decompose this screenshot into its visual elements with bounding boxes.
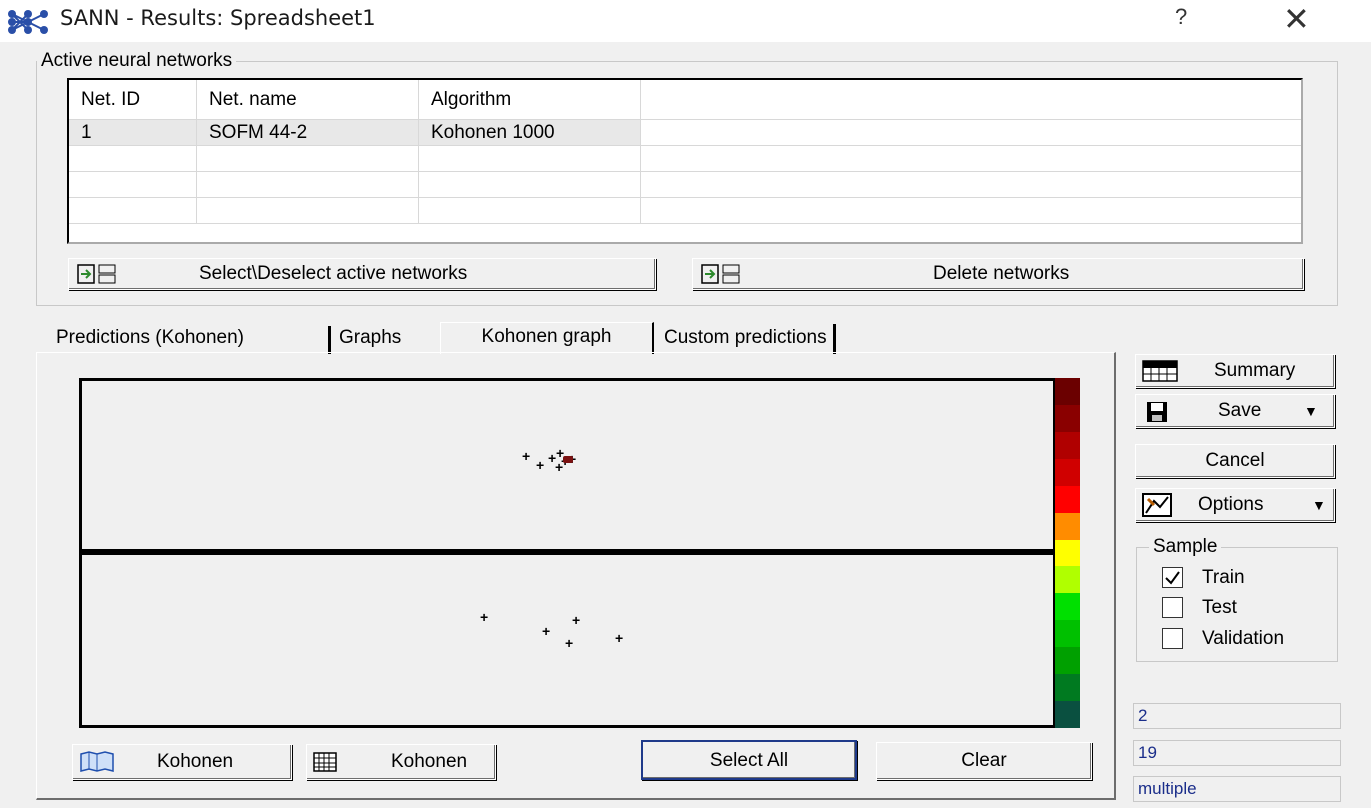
select-deselect-networks-button[interactable]: Select\Deselect active networks	[68, 258, 656, 290]
validation-label[interactable]: Validation	[1202, 628, 1284, 650]
color-scale-segment	[1055, 566, 1080, 594]
map-point-marker: +	[572, 612, 581, 628]
cancel-label: Cancel	[1205, 450, 1265, 471]
floppy-disk-icon	[1147, 402, 1167, 422]
column-header-algorithm[interactable]: Algorithm	[419, 80, 641, 120]
checkmark-icon	[1165, 571, 1180, 585]
options-graph-icon	[1142, 493, 1172, 517]
tab-kohonen-graph[interactable]: Kohonen graph	[440, 322, 654, 354]
tab-divider	[328, 326, 331, 354]
delete-networks-button[interactable]: Delete networks	[692, 258, 1304, 290]
column-header-empty	[641, 80, 1301, 120]
table-grid-icon	[313, 752, 337, 772]
test-label[interactable]: Test	[1202, 597, 1237, 619]
chevron-down-icon: ▼	[1304, 403, 1318, 419]
select-deselect-label: Select\Deselect active networks	[199, 263, 468, 284]
kohonen-table-view-button[interactable]: Kohonen	[306, 744, 496, 780]
table-cell-empty	[69, 198, 197, 224]
table-cell-empty	[197, 172, 419, 198]
select-all-label: Select All	[709, 750, 789, 771]
table-cell-empty	[641, 198, 1301, 224]
app-network-icon	[8, 10, 48, 34]
title-bar: SANN - Results: Spreadsheet1 ? ✕	[0, 0, 1371, 42]
readout-field-2: 19	[1133, 740, 1341, 766]
close-button[interactable]: ✕	[1283, 0, 1310, 38]
color-scale-segment	[1055, 512, 1080, 540]
networks-table[interactable]: Net. ID Net. name Algorithm 1 SOFM 44-2 …	[67, 78, 1303, 244]
select-all-button[interactable]: Select All	[641, 740, 857, 780]
clear-button[interactable]: Clear	[876, 742, 1092, 780]
train-label[interactable]: Train	[1202, 567, 1245, 589]
table-cell-empty	[419, 198, 641, 224]
color-scale-segment	[1055, 701, 1080, 729]
active-networks-legend: Active neural networks	[41, 50, 233, 71]
save-label: Save	[1218, 400, 1262, 421]
color-scale-segment	[1055, 620, 1080, 648]
table-cell-empty	[69, 146, 197, 172]
color-scale-segment	[1055, 539, 1080, 567]
tab-custom-predictions[interactable]: Custom predictions	[658, 324, 836, 354]
color-scale-segment	[1055, 431, 1080, 459]
table-cell-empty	[641, 146, 1301, 172]
tab-predictions-kohonen[interactable]: Predictions (Kohonen)	[50, 324, 250, 354]
column-header-net-id[interactable]: Net. ID	[69, 80, 197, 120]
map-book-icon	[80, 751, 114, 772]
table-cell-empty	[419, 146, 641, 172]
sample-legend: Sample	[1153, 536, 1218, 557]
table-cell-empty	[197, 146, 419, 172]
table-cell-empty	[641, 172, 1301, 198]
train-checkbox[interactable]	[1162, 567, 1183, 588]
color-scale-segment	[1055, 378, 1080, 405]
test-checkbox[interactable]	[1162, 597, 1183, 618]
summary-label: Summary	[1214, 360, 1296, 381]
options-button[interactable]: Options ▼	[1135, 488, 1335, 522]
table-cell-algorithm[interactable]: Kohonen 1000	[419, 120, 641, 146]
chevron-down-icon: ▼	[1312, 497, 1326, 513]
clear-label: Clear	[961, 750, 1007, 771]
delete-networks-label: Delete networks	[933, 263, 1070, 284]
map-point-marker: +	[536, 457, 545, 473]
color-scale-segment	[1055, 458, 1080, 486]
validation-checkbox[interactable]	[1162, 628, 1183, 649]
table-cell-empty	[197, 198, 419, 224]
tab-graphs[interactable]: Graphs	[333, 324, 407, 354]
kohonen-label-2: Kohonen	[391, 751, 468, 772]
readout-field-3: multiple	[1133, 776, 1341, 802]
map-point-marker: +	[522, 448, 531, 464]
map-point-marker: +	[480, 609, 489, 625]
table-cell-net-id[interactable]: 1	[69, 120, 197, 146]
kohonen-map-view-button[interactable]: Kohonen	[72, 744, 292, 780]
map-winning-neuron-marker	[563, 456, 573, 463]
options-label: Options	[1198, 494, 1264, 515]
summary-table-icon	[1142, 360, 1178, 382]
help-button[interactable]: ?	[1175, 4, 1187, 30]
color-scale-segment	[1055, 647, 1080, 675]
table-cell-empty	[419, 172, 641, 198]
network-select-icon	[77, 264, 116, 284]
map-point-marker: +	[615, 630, 624, 646]
color-scale-segment	[1055, 674, 1080, 702]
window-title: SANN - Results: Spreadsheet1	[60, 6, 376, 30]
color-scale-segment	[1055, 404, 1080, 432]
kohonen-map-divider	[79, 549, 1056, 555]
table-cell-net-name[interactable]: SOFM 44-2	[197, 120, 419, 146]
table-cell-empty	[641, 120, 1301, 146]
map-point-marker: +	[542, 623, 551, 639]
network-delete-icon	[701, 264, 740, 284]
color-scale-segment	[1055, 593, 1080, 621]
color-scale-segment	[1055, 485, 1080, 513]
map-point-marker: +	[555, 459, 564, 475]
summary-button[interactable]: Summary	[1135, 354, 1335, 388]
save-button[interactable]: Save ▼	[1135, 394, 1335, 428]
column-header-net-name[interactable]: Net. name	[197, 80, 419, 120]
kohonen-label-1: Kohonen	[157, 751, 234, 772]
readout-field-1: 2	[1133, 703, 1341, 729]
cancel-button[interactable]: Cancel	[1135, 444, 1335, 478]
map-point-marker: +	[565, 635, 574, 651]
table-cell-empty	[69, 172, 197, 198]
